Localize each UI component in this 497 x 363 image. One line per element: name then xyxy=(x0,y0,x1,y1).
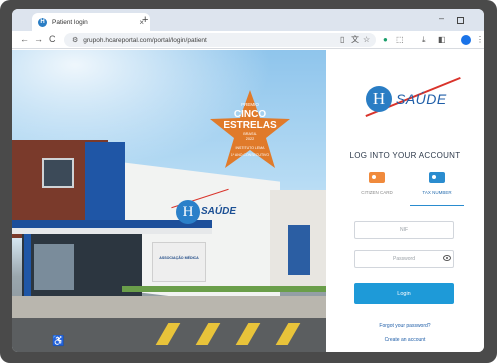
tab-tax-number[interactable]: TAX NUMBER xyxy=(410,172,464,206)
nif-input[interactable] xyxy=(354,221,454,239)
reload-button[interactable]: C xyxy=(49,34,56,45)
award-subtitle: 1º ANO CONSECUTIVO xyxy=(230,153,270,157)
tab-strip: H Patient login × + – xyxy=(12,9,484,31)
minimize-button[interactable]: – xyxy=(439,13,444,23)
entrance-sign-text: ASSOCIAÇÃO MÉDICA xyxy=(159,256,199,260)
new-tab-button[interactable]: + xyxy=(142,14,148,26)
clinic-hero-image: ASSOCIAÇÃO MÉDICA H SAÚDE ♿ PREMIO CINCO… xyxy=(12,50,326,352)
award-label: PREMIO xyxy=(241,102,259,107)
award-title-line1: CINCO xyxy=(233,109,267,120)
back-button[interactable]: ← xyxy=(20,34,29,45)
award-badge: PREMIO CINCO ESTRELAS BRASIL 2022 INSTIT… xyxy=(208,88,292,172)
browser-window: H Patient login × + – ← → C ⚙ grupoh.hca… xyxy=(12,9,484,352)
show-password-icon[interactable] xyxy=(443,255,451,261)
read-aloud-icon[interactable]: ▯ xyxy=(340,35,344,45)
puzzle-icon[interactable]: ⬚ xyxy=(396,35,404,45)
tax-number-icon xyxy=(429,172,445,183)
login-panel: H SAÚDE LOG INTO YOUR ACCOUNT CITIZEN CA… xyxy=(326,50,484,352)
award-institute: INSTITUTO LEMA xyxy=(235,146,265,150)
building-logo-icon: H xyxy=(176,200,200,224)
extension-icon[interactable]: ● xyxy=(383,35,388,45)
translate-icon[interactable]: 文 xyxy=(351,35,359,45)
citizen-card-icon xyxy=(369,172,385,183)
login-title: LOG INTO YOUR ACCOUNT xyxy=(349,151,461,160)
accessible-parking-icon: ♿ xyxy=(52,336,65,347)
login-button[interactable]: Login xyxy=(354,283,454,304)
lawn xyxy=(122,286,326,292)
page-content: ASSOCIAÇÃO MÉDICA H SAÚDE ♿ PREMIO CINCO… xyxy=(12,50,484,352)
device-frame: H Patient login × + – ← → C ⚙ grupoh.hca… xyxy=(0,0,497,363)
brand-logo: H SAÚDE xyxy=(362,76,462,118)
browser-toolbar: ← → C ⚙ grupoh.hcareportal.com/portal/lo… xyxy=(12,31,484,49)
password-input[interactable] xyxy=(354,250,454,268)
logo-h-icon: H xyxy=(366,86,392,112)
entrance-glass xyxy=(34,244,74,290)
award-country: BRASIL xyxy=(243,132,257,136)
tab-citizen-card-label: CITIZEN CARD xyxy=(361,190,393,195)
tab-title: Patient login xyxy=(52,18,88,26)
url-text[interactable]: grupoh.hcareportal.com/portal/login/pati… xyxy=(83,37,207,44)
building-window xyxy=(42,158,74,188)
tab-patient-login[interactable]: H Patient login × xyxy=(32,13,150,31)
download-icon[interactable]: ⤓ xyxy=(422,35,426,45)
bookmark-star-icon[interactable]: ☆ xyxy=(363,35,370,45)
award-year: 2022 xyxy=(245,137,255,141)
tab-citizen-card[interactable]: CITIZEN CARD xyxy=(350,172,404,206)
favicon-icon: H xyxy=(38,17,47,27)
profile-icon[interactable] xyxy=(461,35,471,45)
address-bar[interactable]: ⚙ grupoh.hcareportal.com/portal/login/pa… xyxy=(64,33,376,47)
sidewalk xyxy=(12,296,326,318)
building-logo-text: SAÚDE xyxy=(201,206,237,217)
entrance-sign xyxy=(152,242,206,282)
maximize-button[interactable] xyxy=(457,17,464,24)
side-building-panel xyxy=(288,225,310,275)
tab-tax-number-label: TAX NUMBER xyxy=(422,190,452,195)
site-info-icon[interactable]: ⚙ xyxy=(72,36,78,44)
menu-icon[interactable]: ⋮ xyxy=(476,35,484,45)
create-account-link[interactable]: Create an account xyxy=(326,337,484,343)
logo-wordmark: SAÚDE xyxy=(396,91,447,107)
forward-button[interactable]: → xyxy=(34,34,43,45)
award-title-line2: ESTRELAS xyxy=(223,120,277,131)
forgot-password-link[interactable]: Forgot your password? xyxy=(326,323,484,329)
sidebar-icon[interactable]: ◧ xyxy=(438,35,446,45)
